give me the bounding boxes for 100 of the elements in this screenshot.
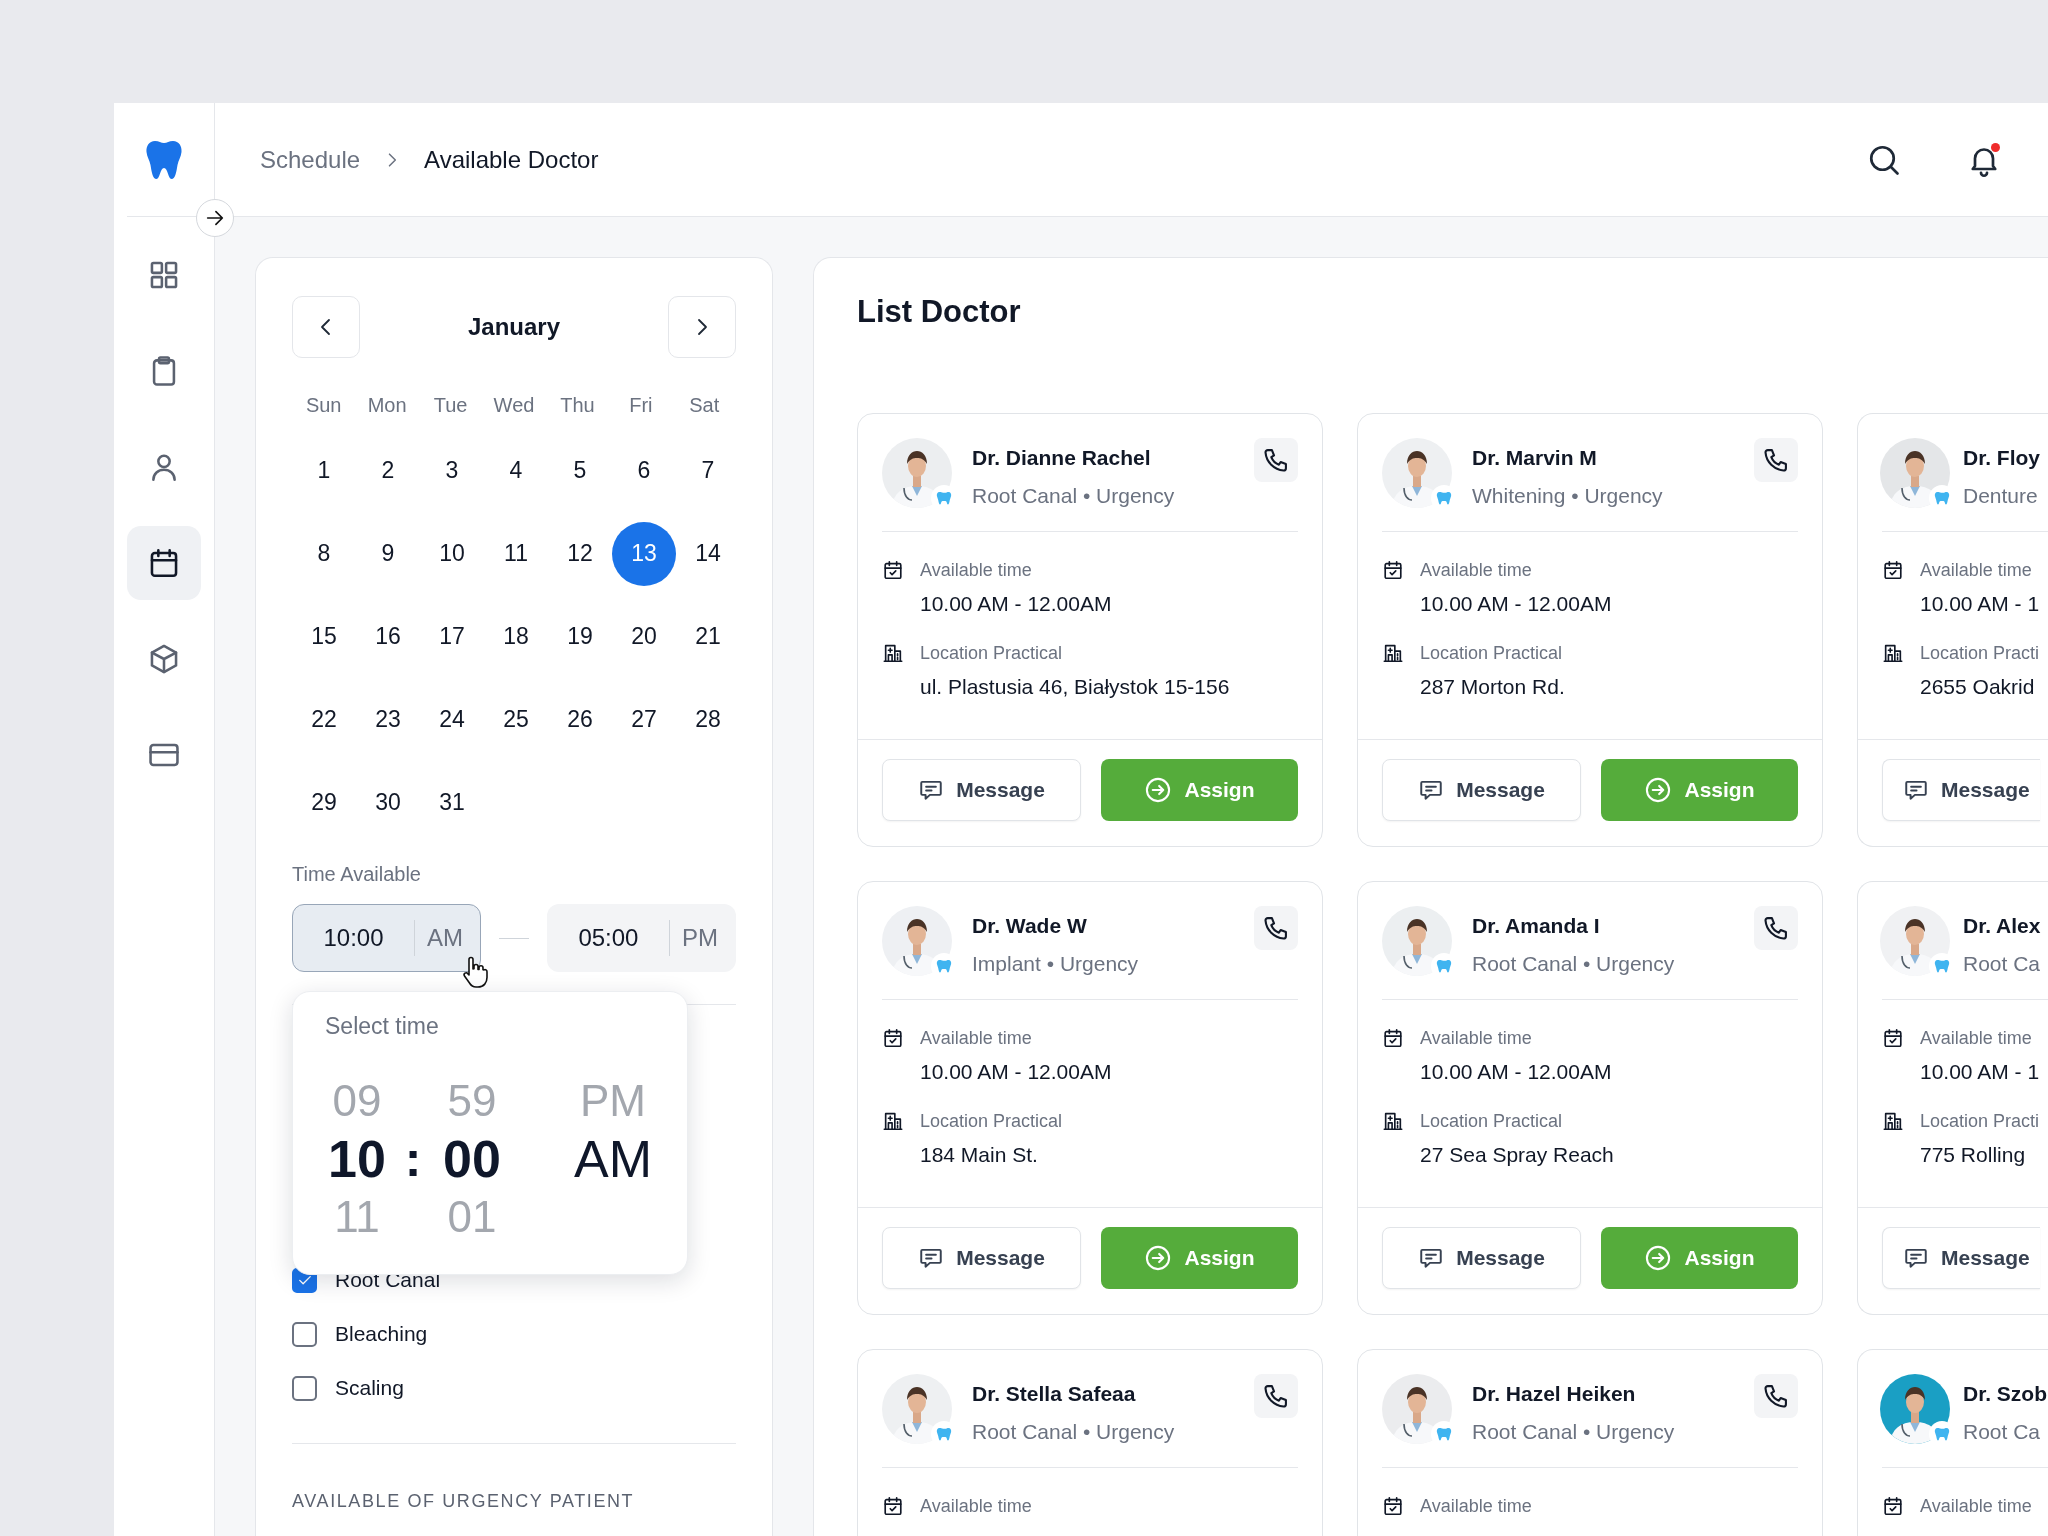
available-time: 10.00 AM - 1 bbox=[1920, 1059, 2041, 1085]
doctor-name: Dr. Szob bbox=[1963, 1381, 2047, 1407]
calendar-day[interactable]: 18 bbox=[484, 604, 548, 669]
calendar-day[interactable]: 25 bbox=[484, 687, 548, 752]
message-button[interactable]: Message bbox=[1382, 759, 1581, 821]
message-button[interactable]: Message bbox=[1882, 1227, 2040, 1289]
available-time: 10.00 AM - 12.00AM bbox=[1420, 591, 1613, 617]
calendar-day[interactable]: 20 bbox=[612, 604, 676, 669]
weekday-label: Sat bbox=[688, 393, 721, 418]
call-button[interactable] bbox=[1754, 438, 1798, 482]
checkbox[interactable] bbox=[292, 1321, 317, 1347]
phone-icon bbox=[1262, 446, 1290, 474]
doctor-name: Dr. Amanda I bbox=[1472, 913, 1601, 939]
field-label: Location Practical bbox=[1420, 642, 1563, 665]
doctor-specialty: Root Canal • Urgency bbox=[1472, 951, 1675, 977]
pointer-cursor-icon bbox=[461, 955, 489, 989]
calendar-day[interactable]: 15 bbox=[292, 604, 356, 669]
doctor-specialty: Denture bbox=[1963, 483, 2039, 509]
calendar-day[interactable]: 22 bbox=[292, 687, 356, 752]
hospital-icon bbox=[882, 642, 904, 664]
breadcrumb-link[interactable]: Schedule bbox=[260, 141, 361, 178]
call-button[interactable] bbox=[1254, 906, 1298, 950]
hospital-icon bbox=[1882, 1110, 1904, 1132]
calendar-check-icon bbox=[882, 1495, 904, 1517]
arrow-circle-icon bbox=[1644, 1244, 1673, 1272]
phone-icon bbox=[1262, 914, 1290, 942]
field-label: Available time bbox=[1920, 559, 2032, 582]
practice-address: ul. Plastusia 46, Białystok 15-156 bbox=[920, 674, 1231, 700]
calendar-day[interactable]: 13 bbox=[612, 521, 676, 586]
calendar-day[interactable]: 12 bbox=[548, 521, 612, 586]
time-field[interactable]: 05:00 PM bbox=[546, 904, 736, 972]
calendar-check-icon bbox=[882, 1027, 904, 1049]
sidebar-item[interactable] bbox=[127, 526, 201, 600]
call-button[interactable] bbox=[1754, 1374, 1798, 1418]
time-separator: : bbox=[404, 1134, 422, 1184]
hospital-icon bbox=[882, 1110, 904, 1132]
calendar-day[interactable]: 5 bbox=[548, 438, 612, 503]
available-time: 10.00 AM - 1 bbox=[1920, 591, 2041, 617]
calendar-day[interactable]: 16 bbox=[356, 604, 420, 669]
practice-address: 775 Rolling bbox=[1920, 1142, 2027, 1168]
calendar-check-icon bbox=[1882, 559, 1904, 581]
calendar-day[interactable]: 27 bbox=[612, 687, 676, 752]
calendar-day[interactable]: 23 bbox=[356, 687, 420, 752]
practice-address: 2655 Oakrid bbox=[1920, 674, 2036, 700]
message-button[interactable]: Message bbox=[882, 1227, 1081, 1289]
doctor-name: Dr. Wade W bbox=[972, 913, 1088, 939]
calendar-day[interactable]: 14 bbox=[676, 521, 740, 586]
field-label: Available time bbox=[1920, 1495, 2032, 1518]
calendar-day[interactable]: 30 bbox=[356, 770, 420, 835]
calendar-day[interactable]: 6 bbox=[612, 438, 676, 503]
available-time: 10.00 AM - 12.00AM bbox=[1420, 1059, 1613, 1085]
calendar-day[interactable]: 7 bbox=[676, 438, 740, 503]
doctor-name: Dr. Hazel Heiken bbox=[1472, 1381, 1637, 1407]
time-field[interactable]: 10:00 AM bbox=[292, 904, 482, 972]
calendar-day[interactable]: 3 bbox=[420, 438, 484, 503]
calendar-day[interactable]: 21 bbox=[676, 604, 740, 669]
time-option[interactable]: 10 bbox=[328, 1133, 386, 1185]
calendar-day[interactable]: 24 bbox=[420, 687, 484, 752]
doctor-specialty: Root Canal • Urgency bbox=[972, 1419, 1175, 1445]
message-button[interactable]: Message bbox=[1382, 1227, 1581, 1289]
calendar-check-icon bbox=[882, 559, 904, 581]
checkbox[interactable] bbox=[292, 1375, 317, 1401]
calendar-day[interactable]: 29 bbox=[292, 770, 356, 835]
calendar-day[interactable]: 9 bbox=[356, 521, 420, 586]
calendar-day[interactable]: 31 bbox=[420, 770, 484, 835]
calendar-day[interactable]: 19 bbox=[548, 604, 612, 669]
call-button[interactable] bbox=[1754, 906, 1798, 950]
time-option[interactable]: AM bbox=[574, 1133, 652, 1185]
weekday-label: Mon bbox=[366, 393, 408, 418]
call-button[interactable] bbox=[1254, 1374, 1298, 1418]
calendar-check-icon bbox=[1882, 1027, 1904, 1049]
expand-button[interactable] bbox=[196, 199, 234, 237]
available-time: 10.00 AM - 12.00AM bbox=[920, 1059, 1113, 1085]
calendar-day[interactable]: 10 bbox=[420, 521, 484, 586]
field-label: Available time bbox=[920, 1495, 1032, 1518]
doctor-specialty: Root Canal • Urgency bbox=[972, 483, 1175, 509]
breadcrumb-link[interactable]: Available Doctor bbox=[424, 141, 599, 178]
message-button[interactable]: Message bbox=[882, 759, 1081, 821]
message-button[interactable]: Message bbox=[1882, 759, 2040, 821]
weekday-label: Fri bbox=[628, 393, 654, 418]
tooth-logo-icon bbox=[145, 138, 183, 181]
popup-title: Select time bbox=[324, 1012, 440, 1041]
calendar-day[interactable]: 1 bbox=[292, 438, 356, 503]
doctor-specialty: Implant • Urgency bbox=[972, 951, 1139, 977]
calendar-day[interactable]: 2 bbox=[356, 438, 420, 503]
arrow-circle-icon bbox=[1144, 776, 1173, 804]
calendar-day[interactable]: 4 bbox=[484, 438, 548, 503]
checkbox-label: Bleaching bbox=[335, 1321, 428, 1347]
calendar-day[interactable]: 17 bbox=[420, 604, 484, 669]
calendar-day[interactable]: 26 bbox=[548, 687, 612, 752]
section-heading: AVAILABLE OF URGENCY PATIENT bbox=[292, 1490, 636, 1513]
calendar-day[interactable]: 8 bbox=[292, 521, 356, 586]
time-option[interactable]: 00 bbox=[443, 1133, 501, 1185]
field-label: Location Practi bbox=[1920, 1110, 2040, 1133]
call-button[interactable] bbox=[1254, 438, 1298, 482]
calendar-day[interactable]: 28 bbox=[676, 687, 740, 752]
field-label: Location Practi bbox=[1920, 642, 2040, 665]
calendar-day[interactable]: 11 bbox=[484, 521, 548, 586]
weekday-label: Thu bbox=[559, 393, 596, 418]
arrow-circle-icon bbox=[1144, 1244, 1173, 1272]
